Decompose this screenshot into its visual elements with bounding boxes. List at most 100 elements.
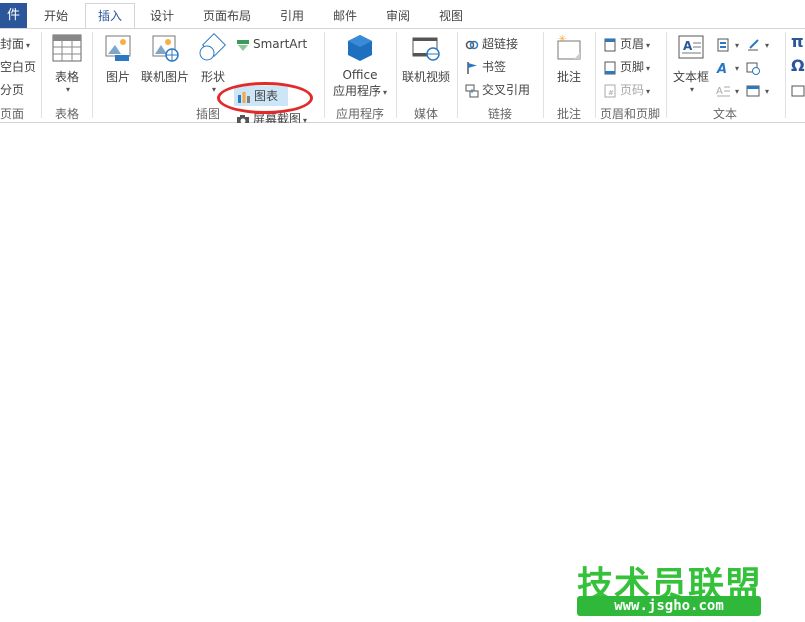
- shapes-button[interactable]: 形状 ▾: [196, 32, 230, 94]
- footer-page-icon: [603, 61, 617, 75]
- footer-button[interactable]: 页脚 ▾: [603, 57, 650, 77]
- cover-page-button[interactable]: 封面 ▾: [0, 34, 30, 54]
- calendar-clock-icon: [746, 61, 760, 75]
- comment-button[interactable]: ✳ 批注: [550, 33, 588, 85]
- picture-icon: [100, 33, 136, 66]
- symbols-more-button[interactable]: [791, 80, 805, 100]
- group-label-header-footer: 页眉和页脚: [599, 107, 660, 121]
- chevron-down-icon: ▾: [735, 41, 740, 50]
- document-canvas[interactable]: [0, 123, 805, 622]
- wordart-button[interactable]: A ▾: [716, 57, 739, 77]
- page-break-label: 分页: [0, 83, 25, 97]
- online-picture-icon: [140, 33, 190, 66]
- hyperlink-label: 超链接: [482, 37, 519, 51]
- chevron-down-icon: ▾: [383, 88, 388, 97]
- chevron-down-icon: ▾: [689, 85, 694, 94]
- bookmark-flag-icon: [465, 61, 479, 75]
- quick-parts-icon: [716, 38, 730, 52]
- tab-insert[interactable]: 插入: [85, 3, 135, 29]
- group-label-media: 媒体: [413, 107, 438, 121]
- object-icon: [746, 84, 760, 98]
- tab-references[interactable]: 引用: [268, 4, 316, 28]
- signature-line-button[interactable]: ▾: [746, 34, 769, 54]
- textbox-icon: A: [670, 33, 712, 66]
- page-number-label: 页码: [620, 83, 645, 97]
- symbol-button[interactable]: Ω: [791, 56, 805, 76]
- page-break-button[interactable]: 分页: [0, 80, 24, 100]
- blank-page-label: 空白页: [0, 60, 37, 74]
- group-label-links: 链接: [487, 107, 512, 121]
- quick-parts-button[interactable]: ▾: [716, 34, 739, 54]
- cover-page-label: 封面: [0, 37, 25, 51]
- picture-button[interactable]: 图片: [100, 33, 136, 85]
- symbols-box-icon: [791, 84, 805, 98]
- table-grid-icon: [48, 33, 86, 66]
- watermark-url: www.jsgho.com: [577, 596, 761, 616]
- office-apps-button[interactable]: Office 应用程序 ▾: [330, 33, 390, 99]
- chevron-down-icon: ▾: [735, 87, 740, 96]
- online-video-label: 联机视频: [401, 70, 450, 84]
- ribbon-insert: 封面 ▾ 空白页 分页 页面 表格 ▾ 表格 图片 联机图片 形状 ▾ Smar…: [0, 28, 805, 126]
- chevron-down-icon: ▾: [26, 41, 31, 50]
- date-time-button[interactable]: [746, 57, 763, 77]
- signature-pen-icon: [746, 38, 760, 52]
- tab-design[interactable]: 设计: [140, 4, 184, 28]
- equation-icon: π: [791, 32, 804, 51]
- svg-text:✳: ✳: [558, 34, 566, 45]
- header-label: 页眉: [620, 37, 645, 51]
- textbox-button[interactable]: A 文本框 ▾: [670, 33, 712, 94]
- tab-mailings[interactable]: 邮件: [322, 4, 368, 28]
- bookmark-button[interactable]: 书签: [465, 57, 506, 77]
- online-video-button[interactable]: 联机视频: [400, 33, 452, 85]
- link-icon: [465, 38, 479, 52]
- wordart-icon: A: [716, 61, 730, 77]
- shapes-label: 形状: [200, 70, 225, 84]
- page-number-button[interactable]: # 页码 ▾: [603, 80, 650, 100]
- smartart-icon: [236, 38, 250, 52]
- tab-view[interactable]: 视图: [428, 4, 474, 28]
- chevron-down-icon: ▾: [646, 64, 651, 73]
- blank-page-button[interactable]: 空白页: [0, 57, 36, 77]
- equation-button[interactable]: π: [791, 32, 804, 52]
- office-label-line2-text: 应用程序: [332, 84, 381, 98]
- office-label-line1: Office: [342, 68, 378, 82]
- online-video-icon: [400, 33, 452, 66]
- chevron-down-icon: ▾: [765, 41, 770, 50]
- comment-icon: ✳: [550, 33, 588, 66]
- cross-reference-label: 交叉引用: [482, 83, 531, 97]
- ribbon-tab-bar: 件 开始 插入 设计 页面布局 引用 邮件 审阅 视图: [0, 0, 805, 29]
- shapes-icon: [196, 32, 230, 66]
- group-label-illustrations: 插图: [195, 107, 220, 121]
- tab-home[interactable]: 开始: [33, 4, 79, 28]
- svg-text:A: A: [716, 62, 727, 75]
- online-picture-label: 联机图片: [140, 70, 189, 84]
- group-label-table: 表格: [54, 107, 79, 121]
- chevron-down-icon: ▾: [646, 87, 651, 96]
- online-picture-button[interactable]: 联机图片: [140, 33, 190, 85]
- office-label-line2: 应用程序 ▾: [330, 82, 390, 99]
- tab-review[interactable]: 审阅: [376, 4, 420, 28]
- chevron-down-icon: ▾: [65, 85, 70, 94]
- drop-cap-icon: A: [716, 84, 730, 98]
- cross-reference-icon: [465, 84, 479, 98]
- table-button[interactable]: 表格 ▾: [48, 33, 86, 94]
- object-button[interactable]: ▾: [746, 80, 769, 100]
- tab-file[interactable]: 件: [0, 3, 27, 28]
- drop-cap-button[interactable]: A ▾: [716, 80, 739, 100]
- group-divider: [41, 32, 42, 118]
- smartart-button[interactable]: SmartArt: [236, 34, 307, 54]
- chevron-down-icon: ▾: [765, 87, 770, 96]
- svg-text:A: A: [716, 86, 723, 97]
- chevron-down-icon: ▾: [646, 41, 651, 50]
- group-label-comments: 批注: [556, 107, 581, 121]
- hyperlink-button[interactable]: 超链接: [465, 34, 518, 54]
- group-divider: [785, 32, 786, 118]
- table-button-label: 表格: [54, 70, 79, 84]
- cross-reference-button[interactable]: 交叉引用: [465, 80, 530, 100]
- group-label-pages: 页面: [0, 107, 25, 121]
- header-button[interactable]: 页眉 ▾: [603, 34, 650, 54]
- footer-label: 页脚: [620, 60, 645, 74]
- group-label-text: 文本: [712, 107, 737, 121]
- group-label-apps: 应用程序: [335, 107, 384, 121]
- tab-page-layout[interactable]: 页面布局: [194, 4, 260, 28]
